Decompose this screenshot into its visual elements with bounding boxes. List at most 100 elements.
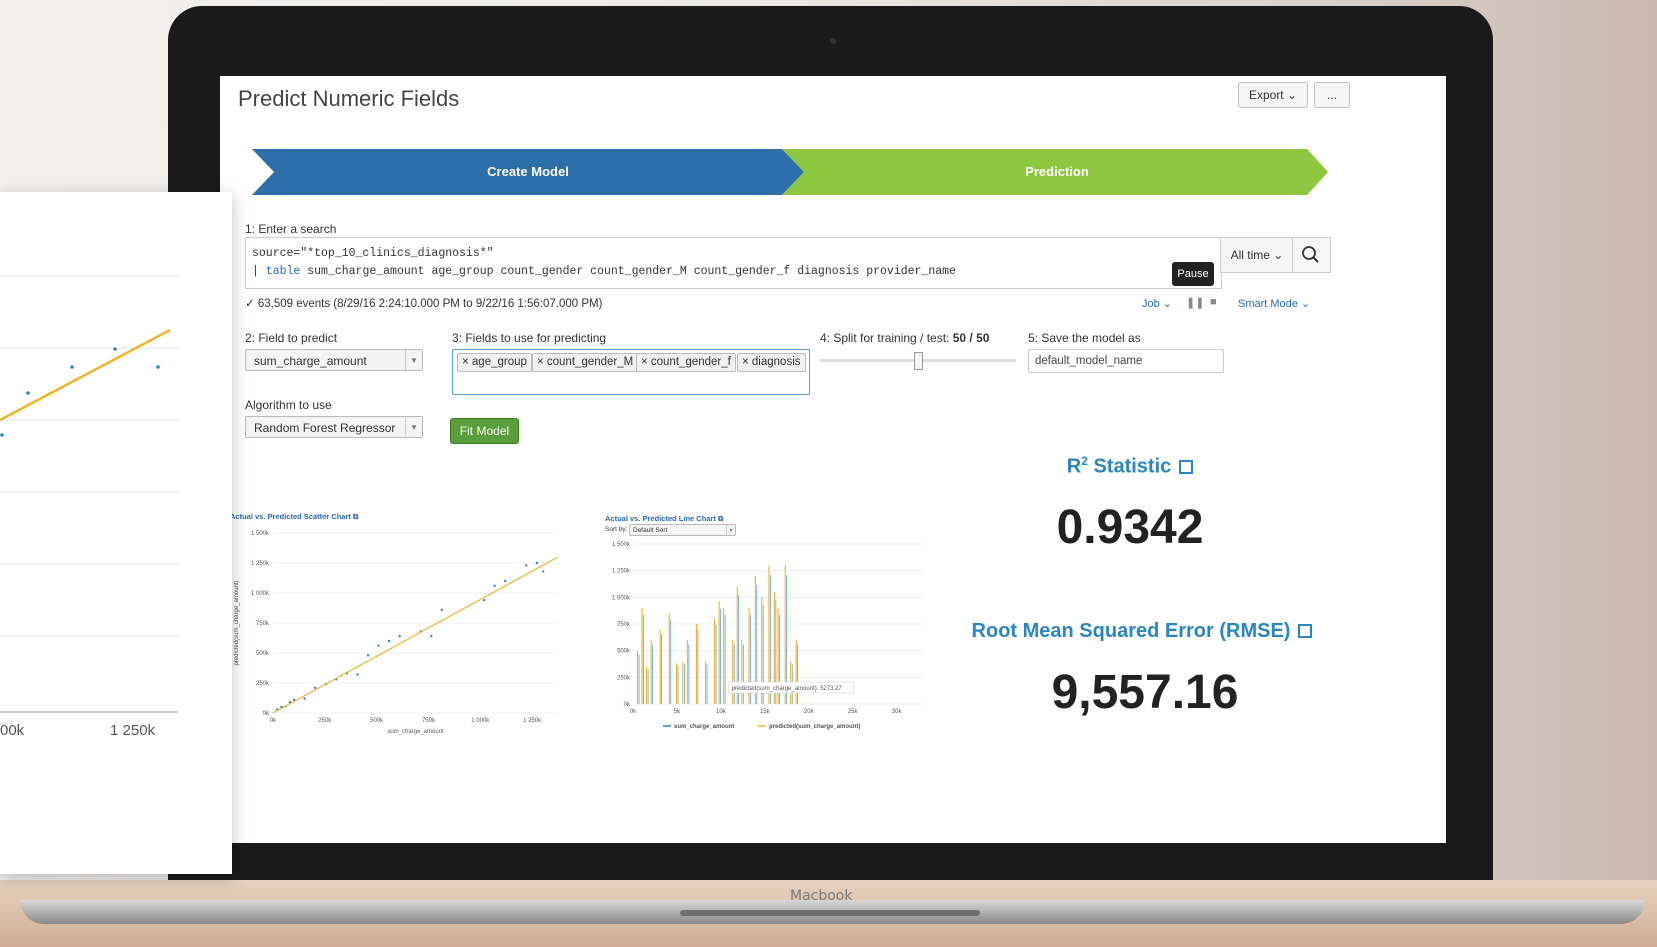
zoom-x-tick: 1 250k xyxy=(110,722,156,739)
algorithm-value: Random Forest Regressor xyxy=(254,421,396,435)
scatter-x-tick: 250k xyxy=(318,718,332,724)
job-menu[interactable]: Job ⌄ xyxy=(1142,297,1172,310)
search-line-2: | table sum_charge_amount age_group coun… xyxy=(252,265,956,278)
step-create-model[interactable]: Create Model xyxy=(252,149,804,195)
line-x-tick: 25k xyxy=(848,709,859,715)
scatter-x-tick: 1 000k xyxy=(471,718,490,724)
zoomed-line-chart: 00k 1 250k xyxy=(0,275,178,739)
search-label: 1: Enter a search xyxy=(245,222,337,236)
line-tooltip: predicted(sum_charge_amount): 5273.27 xyxy=(732,686,843,692)
sort-select[interactable]: Default Sort ▼ xyxy=(629,524,736,536)
scatter-point xyxy=(398,635,401,638)
scatter-x-tick: 0k xyxy=(270,718,277,724)
sort-label: Sort by: xyxy=(605,526,628,533)
smart-mode-menu[interactable]: Smart Mode ⌄ xyxy=(1238,297,1310,310)
zoom-point xyxy=(156,365,160,369)
event-count: ✓ 63,509 events (8/29/16 2:24:10.000 PM … xyxy=(245,298,603,310)
r2-title[interactable]: R2 Statistic xyxy=(1030,454,1230,479)
model-name-input[interactable]: default_model_name xyxy=(1028,349,1224,373)
line-y-tick: 1 500k xyxy=(612,542,631,548)
scatter-y-tick: 1 250k xyxy=(251,561,270,567)
chevron-down-icon: ▼ xyxy=(405,350,422,370)
scatter-x-tick: 1 250k xyxy=(523,718,542,724)
laptop-brand: Macbook xyxy=(790,888,853,904)
rmse-value: 9,557.16 xyxy=(1051,666,1239,719)
chevron-down-icon: ▼ xyxy=(405,417,422,437)
field-to-predict-select[interactable]: sum_charge_amount ▼ xyxy=(245,349,423,371)
external-link-icon[interactable] xyxy=(1179,459,1194,474)
zoom-x-tick: 00k xyxy=(0,722,25,739)
zoom-point xyxy=(0,433,4,437)
scatter-y-tick: 1 500k xyxy=(251,531,270,537)
scatter-x-tick: 500k xyxy=(370,718,384,724)
chevron-down-icon: ▼ xyxy=(726,525,735,535)
export-button[interactable]: Export ⌄ xyxy=(1238,82,1308,108)
step-prediction[interactable]: Prediction xyxy=(792,149,1322,195)
line-y-tick: 0k xyxy=(624,702,631,708)
field-tag-age-group[interactable]: × age_group xyxy=(457,353,532,372)
line-y-tick: 750k xyxy=(617,622,631,628)
scatter-point xyxy=(504,579,507,583)
scatter-fit-line xyxy=(272,556,559,714)
search-input[interactable]: source="*top_10_clinics_diagnosis*" | ta… xyxy=(245,237,1222,289)
scatter-point xyxy=(430,635,433,638)
r2-value: 0.9342 xyxy=(1056,501,1204,554)
scatter-x-tick: 750k xyxy=(422,718,436,724)
save-model-label: 5: Save the model as xyxy=(1028,331,1141,345)
page-title: Predict Numeric Fields xyxy=(238,86,460,111)
zoomed-chart-card: 00k 1 250k xyxy=(0,192,232,874)
time-range-picker[interactable]: All time ⌄ xyxy=(1220,237,1294,273)
scatter-y-tick: 1 000k xyxy=(251,591,270,597)
line-y-tick: 1 250k xyxy=(612,569,631,575)
scatter-chart: 0k 250k 500k 750k 1 000k 1 250k 1 500k 0k 250k 50… xyxy=(234,531,559,735)
line-x-tick: 5k xyxy=(674,709,681,715)
split-label: 4: Split for training / test: 50 / 50 xyxy=(820,331,990,345)
line-chart: 0k 250k 500k 750k 1 000k 1 250k 1 500k 0k 5k 10k 1… xyxy=(612,542,923,730)
scatter-y-tick: 750k xyxy=(256,621,270,627)
stop-icon[interactable]: ■ xyxy=(1210,296,1217,308)
scatter-y-tick: 250k xyxy=(256,681,270,687)
line-x-tick: 15k xyxy=(760,709,771,715)
scatter-point xyxy=(482,599,486,602)
field-tag-count-gender-f[interactable]: × count_gender_f xyxy=(636,353,736,372)
pause-icon[interactable]: ❚❚ xyxy=(1186,296,1204,309)
line-y-tick: 1 000k xyxy=(612,595,631,601)
laptop-notch xyxy=(680,910,980,916)
search-icon xyxy=(1302,246,1319,263)
scatter-point xyxy=(303,697,306,700)
camera-dot xyxy=(830,38,836,44)
split-slider-handle[interactable] xyxy=(914,352,923,370)
search-button[interactable] xyxy=(1292,237,1331,273)
scatter-point xyxy=(493,584,496,587)
more-button[interactable]: ... xyxy=(1314,82,1350,108)
rmse-title[interactable]: Root Mean Squared Error (RMSE) xyxy=(962,620,1322,643)
scatter-point xyxy=(440,608,444,611)
line-x-tick: 0k xyxy=(630,709,637,715)
pause-tooltip: Pause xyxy=(1172,262,1214,286)
field-tag-diagnosis[interactable]: × diagnosis xyxy=(737,353,806,372)
zoom-fit-line xyxy=(0,328,171,422)
scatter-point xyxy=(356,673,359,676)
zoom-point xyxy=(26,391,30,395)
scatter-point xyxy=(525,564,528,567)
external-link-icon[interactable] xyxy=(1298,624,1313,638)
line-x-tick: 20k xyxy=(804,709,815,715)
field-tag-count-gender-m[interactable]: × count_gender_M xyxy=(532,353,639,372)
fit-model-button[interactable]: Fit Model xyxy=(450,418,519,444)
algorithm-label: Algorithm to use xyxy=(245,398,332,412)
scatter-x-label: sum_charge_amount xyxy=(387,729,444,735)
scatter-point xyxy=(377,644,380,647)
line-y-tick: 500k xyxy=(617,649,631,655)
step-wizard: Create Model Prediction xyxy=(252,149,1382,195)
fields-multiselect[interactable]: × age_group × count_gender_M × count_gen… xyxy=(452,349,810,395)
scatter-y-label: predicted(sum_charge_amount) xyxy=(234,580,240,665)
scatter-point xyxy=(542,570,545,573)
search-line-1: source="*top_10_clinics_diagnosis*" xyxy=(252,247,494,260)
line-x-tick: 30k xyxy=(892,709,903,715)
algorithm-select[interactable]: Random Forest Regressor ▼ xyxy=(245,416,423,438)
scatter-y-tick: 500k xyxy=(256,651,270,657)
line-chart-title[interactable]: Actual vs. Predicted Line Chart ⧉ xyxy=(605,514,723,524)
line-x-tick: 10k xyxy=(716,709,727,715)
zoom-point xyxy=(113,347,117,351)
scatter-chart-title[interactable]: Actual vs. Predicted Scatter Chart ⧉ xyxy=(230,512,358,522)
